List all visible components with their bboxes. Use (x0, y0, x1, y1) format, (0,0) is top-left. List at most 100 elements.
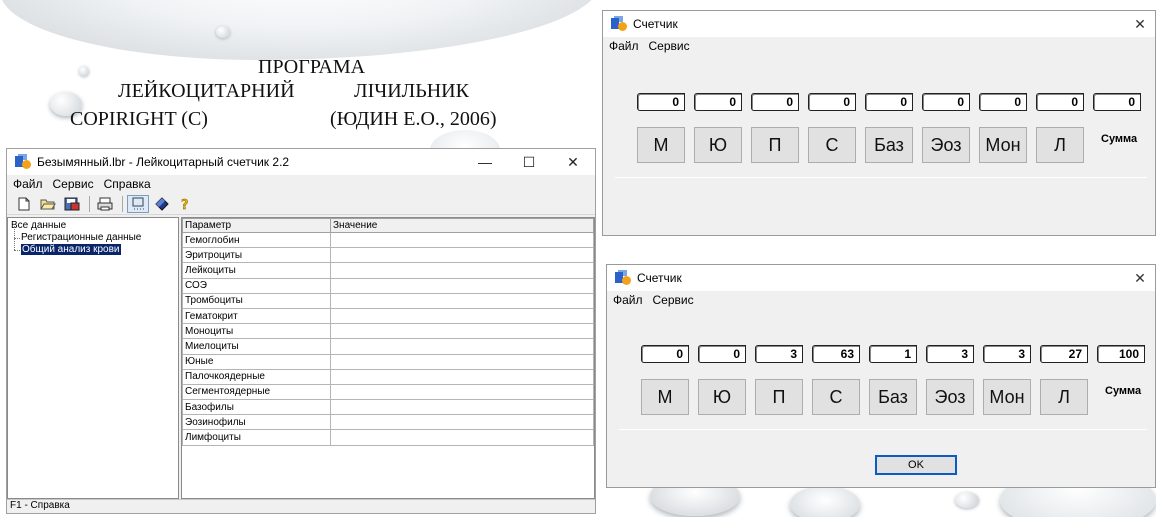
minimize-button[interactable]: — (463, 154, 507, 170)
menu-file[interactable]: Файл (609, 39, 639, 53)
count-button[interactable]: С (808, 127, 856, 163)
sum-value-field: 100 (1097, 345, 1145, 363)
param-value-cell[interactable] (330, 262, 594, 279)
table-row[interactable]: Лимфоциты (182, 429, 594, 446)
table-row[interactable]: Базофилы (182, 399, 594, 416)
decorative-droplet (790, 486, 860, 517)
tree-item-registration[interactable]: Регистрационные данные (11, 226, 175, 244)
column-header-value[interactable]: Значение (330, 218, 594, 233)
table-row[interactable]: Гемоглобин (182, 231, 594, 249)
param-name-cell: Тромбоциты (182, 292, 331, 309)
window-title: Безымянный.lbr - Лейкоцитарный счетчик 2… (37, 155, 290, 169)
column-header-param[interactable]: Параметр (182, 218, 331, 233)
param-value-cell[interactable] (330, 383, 594, 401)
param-value-cell[interactable] (330, 429, 594, 446)
decorative-droplet (79, 66, 89, 76)
tree-root[interactable]: Все данные (11, 220, 175, 232)
count-button[interactable]: Ю (698, 379, 746, 415)
count-button[interactable]: С (812, 379, 860, 415)
table-row[interactable]: Гематокрит (182, 307, 594, 325)
param-value-cell[interactable] (330, 277, 594, 294)
tree-item-blood-analysis[interactable]: Общий анализ крови (11, 238, 175, 256)
menu-file[interactable]: Файл (13, 177, 43, 191)
param-value-cell[interactable] (330, 368, 594, 385)
param-name-cell: Гематокрит (182, 307, 331, 325)
params-table: Параметр Значение Гемоглобин Эритроциты Ле… (182, 218, 594, 446)
count-button[interactable]: Баз (869, 379, 917, 415)
counter-icon[interactable] (127, 194, 149, 213)
count-value-field: 0 (698, 345, 746, 363)
ok-button[interactable]: OK (875, 455, 957, 475)
table-row[interactable]: Миелоциты (182, 338, 594, 355)
count-button[interactable]: Эоз (926, 379, 974, 415)
param-value-cell[interactable] (330, 353, 594, 370)
menu-service[interactable]: Сервис (649, 39, 690, 53)
param-value-cell[interactable] (330, 338, 594, 355)
open-folder-icon[interactable] (37, 195, 59, 213)
menu-service[interactable]: Сервис (53, 177, 94, 191)
count-button[interactable]: М (641, 379, 689, 415)
close-icon[interactable]: ✕ (1125, 16, 1155, 33)
table-row[interactable]: Палочкоядерные (182, 368, 594, 385)
menu-file[interactable]: Файл (613, 293, 643, 307)
table-row[interactable]: Эритроциты (182, 247, 594, 264)
param-value-cell[interactable] (330, 399, 594, 416)
save-icon[interactable] (61, 195, 83, 213)
app-icon (611, 16, 627, 32)
new-file-icon[interactable] (13, 195, 35, 213)
count-button[interactable]: П (755, 379, 803, 415)
decorative-droplet (955, 492, 979, 508)
count-value-field: 3 (926, 345, 974, 363)
table-row[interactable]: Тромбоциты (182, 292, 594, 309)
main-titlebar[interactable]: Безымянный.lbr - Лейкоцитарный счетчик 2… (7, 149, 595, 175)
print-icon[interactable] (94, 195, 116, 213)
menu-help[interactable]: Справка (104, 177, 151, 191)
menubar: Файл Сервис Справка (7, 175, 595, 193)
count-button[interactable]: Мон (979, 127, 1027, 163)
decorative-droplet (0, 0, 600, 60)
param-value-cell[interactable] (330, 247, 594, 264)
count-button[interactable]: П (751, 127, 799, 163)
divider (615, 177, 1147, 178)
count-button[interactable]: Эоз (922, 127, 970, 163)
param-value-cell[interactable] (330, 231, 594, 249)
decorative-droplet (216, 26, 230, 38)
count-button[interactable]: Мон (983, 379, 1031, 415)
param-value-cell[interactable] (330, 414, 594, 431)
table-row[interactable]: Моноциты (182, 323, 594, 340)
count-button[interactable]: Л (1040, 379, 1088, 415)
close-icon[interactable]: ✕ (1125, 270, 1155, 287)
count-value-field: 63 (812, 345, 860, 363)
count-value-field: 0 (979, 93, 1027, 111)
param-value-cell[interactable] (330, 292, 594, 309)
maximize-button[interactable]: ☐ (507, 154, 551, 171)
status-bar: F1 - Справка (7, 499, 595, 513)
app-icon (15, 154, 31, 170)
main-window: Безымянный.lbr - Лейкоцитарный счетчик 2… (6, 148, 596, 514)
param-name-cell: Сегментоядерные (182, 383, 331, 401)
help-icon[interactable]: ? (175, 195, 197, 213)
menu-service[interactable]: Сервис (653, 293, 694, 307)
close-button[interactable]: ✕ (551, 154, 595, 171)
count-button[interactable]: Л (1036, 127, 1084, 163)
counter-titlebar[interactable]: Счетчик ✕ (607, 265, 1155, 291)
table-row[interactable]: СОЭ (182, 277, 594, 294)
count-value-field: 3 (755, 345, 803, 363)
toolbar: ? (7, 193, 595, 215)
param-value-cell[interactable] (330, 307, 594, 325)
table-row[interactable]: Эозинофилы (182, 414, 594, 431)
diamond-icon[interactable] (151, 195, 173, 213)
count-button[interactable]: Ю (694, 127, 742, 163)
param-value-cell[interactable] (330, 323, 594, 340)
svg-text:?: ? (181, 198, 189, 211)
table-row[interactable]: Лейкоциты (182, 262, 594, 279)
table-row[interactable]: Сегментоядерные (182, 383, 594, 401)
params-grid: Параметр Значение Гемоглобин Эритроциты Ле… (181, 217, 595, 499)
count-value-field: 0 (751, 93, 799, 111)
author-text: (ЮДИН Е.О., 2006) (330, 108, 497, 130)
count-button[interactable]: Баз (865, 127, 913, 163)
count-button[interactable]: М (637, 127, 685, 163)
counter-dialog-filled: Счетчик ✕ Файл Сервис 0 0 3 63 1 3 3 27 100 МЮПС… (606, 264, 1156, 488)
counter-titlebar[interactable]: Счетчик ✕ (603, 11, 1155, 37)
table-row[interactable]: Юные (182, 353, 594, 370)
